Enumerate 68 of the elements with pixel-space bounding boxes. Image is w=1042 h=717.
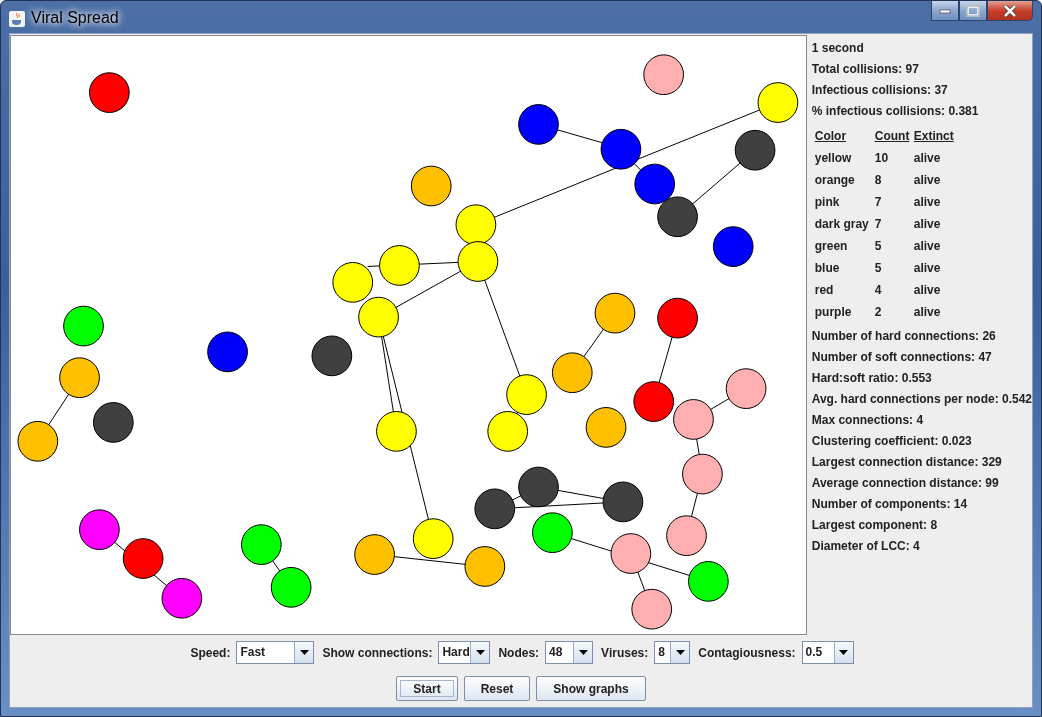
table-cell-text: 8	[874, 172, 883, 189]
control-label: Viruses:	[601, 645, 649, 660]
maximize-icon	[966, 4, 980, 17]
stat-text: Diameter of LCC: 4	[811, 538, 921, 555]
table-cell-text: alive	[913, 238, 942, 255]
caret-icon	[578, 650, 588, 655]
table-cell-text: yellow	[814, 150, 853, 167]
stat-text: Max connections: 4	[811, 412, 925, 429]
caret-icon	[299, 650, 309, 655]
stat-text: 1 second	[811, 40, 865, 57]
table-cell-text: 5	[874, 238, 883, 255]
table-cell-text: dark gray	[814, 216, 870, 233]
stat-text: Avg. hard connections per node: 0.542	[811, 391, 1032, 408]
control-label: Show connections:	[322, 645, 433, 660]
table-cell-text: alive	[913, 194, 942, 211]
minimize-button[interactable]	[931, 1, 959, 21]
table-cell-text: alive	[913, 216, 942, 233]
table-cell-text: 7	[874, 216, 883, 233]
column-header: Color	[814, 128, 848, 145]
table-cell-text: purple	[814, 304, 853, 321]
table-cell-text: alive	[913, 304, 942, 321]
push-button[interactable]: Show graphs	[536, 676, 646, 701]
table-cell-text: pink	[814, 194, 841, 211]
minimize-icon	[939, 7, 951, 14]
caret-icon	[475, 650, 485, 655]
table-cell-text: blue	[814, 260, 841, 277]
stat-text: Total collisions: 97	[811, 61, 920, 78]
table-cell-text: alive	[913, 260, 942, 277]
caret-icon	[675, 650, 685, 655]
dropdown[interactable]: 0.5	[801, 641, 854, 664]
window-title: Viral Spread	[31, 9, 119, 27]
table-cell-text: alive	[913, 282, 942, 299]
table-cell-text: orange	[814, 172, 856, 189]
push-button[interactable]: Start	[396, 676, 458, 701]
stat-text: Hard:soft ratio: 0.553	[811, 370, 933, 387]
dropdown[interactable]: Fast	[236, 641, 315, 664]
table-cell-text: 5	[874, 260, 883, 277]
stat-text: Number of soft connections: 47	[811, 349, 993, 366]
maximize-button[interactable]	[959, 1, 987, 21]
table-cell-text: 2	[874, 304, 883, 321]
push-button[interactable]: Reset	[463, 676, 531, 701]
dropdown[interactable]: Hard	[438, 641, 491, 664]
stat-text: Clustering coefficient: 0.023	[811, 433, 973, 450]
table-cell-text: alive	[913, 150, 942, 167]
close-icon	[1003, 4, 1017, 17]
stat-text: Number of components: 14	[811, 496, 969, 513]
control-label: Speed:	[190, 645, 231, 660]
table-cell-text: 10	[874, 150, 890, 167]
dropdown[interactable]: 8	[654, 641, 691, 664]
table-cell-text: green	[814, 238, 849, 255]
stat-text: % infectious collisions: 0.381	[811, 103, 980, 120]
caret-icon	[839, 650, 849, 655]
table-cell-text: 7	[874, 194, 883, 211]
control-label: Contagiousness:	[698, 645, 796, 660]
stat-text: Average connection distance: 99	[811, 475, 1000, 492]
table-cell-text: red	[814, 282, 835, 299]
coffee-cup-icon	[9, 11, 25, 27]
column-header: Extinct	[913, 128, 955, 145]
stat-text: Largest connection distance: 329	[811, 454, 1003, 471]
stat-text: Number of hard connections: 26	[811, 328, 997, 345]
close-button[interactable]	[987, 1, 1033, 21]
table-cell-text: alive	[913, 172, 942, 189]
control-label: Nodes:	[498, 645, 540, 660]
stat-text: Infectious collisions: 37	[811, 82, 949, 99]
table-cell-text: 4	[874, 282, 883, 299]
column-header: Count	[874, 128, 911, 145]
dropdown[interactable]: 48	[545, 641, 594, 664]
stat-text: Largest component: 8	[811, 517, 939, 534]
